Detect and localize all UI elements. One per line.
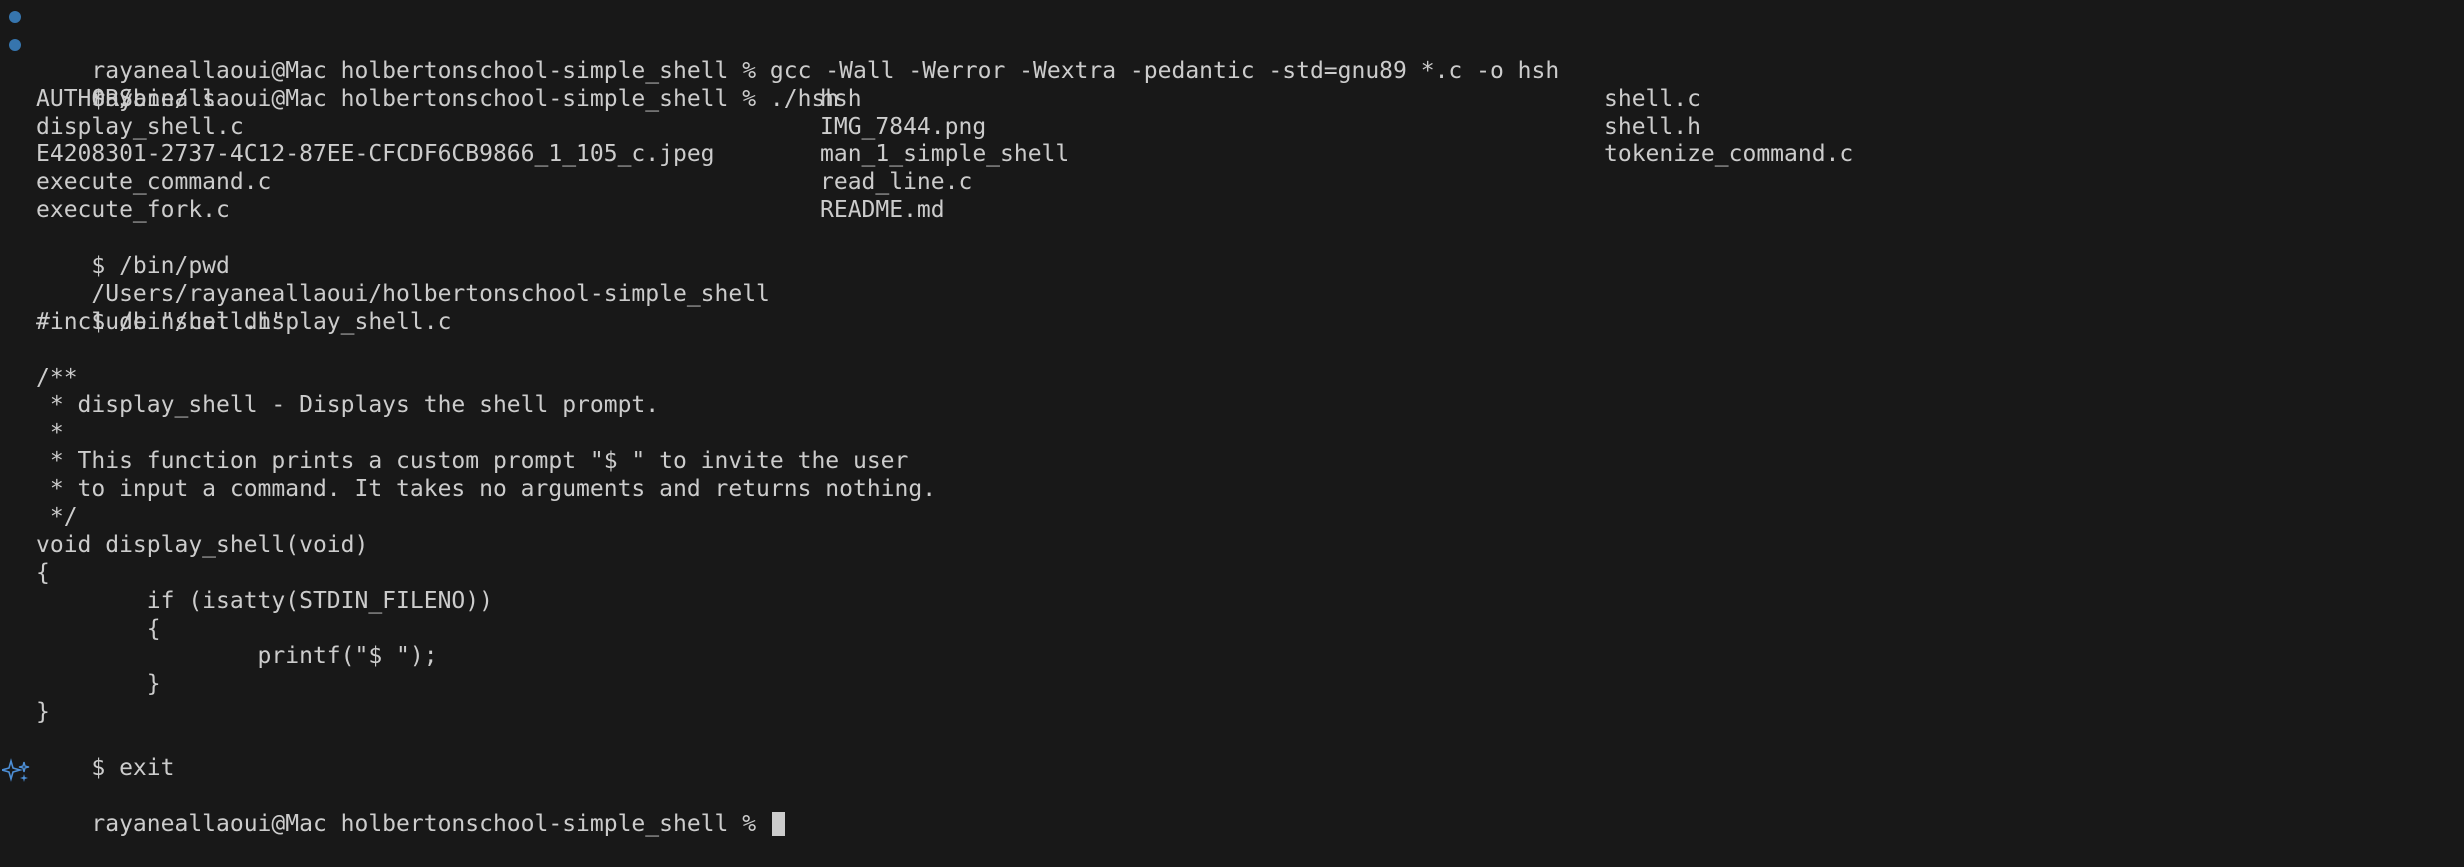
output-text: * to input a command. It takes no argume… [36,476,937,503]
file-content-line: #include "shell.h" [0,309,2464,337]
command-status-dot-icon[interactable] [9,38,21,51]
output-text: void display_shell(void) [36,531,369,558]
output-text: } [36,671,161,698]
output-text: /** [36,364,78,391]
file-content-line: */ [0,504,2464,532]
output-text: * [36,420,64,447]
file-content-line: { [0,560,2464,588]
command-status-dot-icon[interactable] [9,11,21,23]
file-content-line [0,337,2464,365]
output-text: * display_shell - Displays the shell pro… [36,392,660,419]
shell-command-exit: $ exit [0,727,2464,781]
file-content-line: * display_shell - Displays the shell pro… [0,392,2464,420]
shell-command-pwd: $ /bin/pwd [0,225,2464,279]
file-content-line: * This function prints a custom prompt "… [0,448,2464,476]
ls-file-name: display_shell.c [36,113,244,140]
output-text: * This function prints a custom prompt "… [36,448,909,475]
output-text: #include "shell.h" [36,308,286,335]
ls-file-name: IMG_7844.png [820,113,987,140]
ls-output-row: execute_command.c read_line.c [0,169,2464,197]
ls-output: AUTHORS hsh shell.c display_shell.c IMG_7844… [0,86,2464,225]
ls-file-name: E4208301-2737-4C12-87EE-CFCDF6CB9866_1_1… [36,141,715,168]
file-content-line: /** [0,365,2464,393]
file-content-line: { [0,616,2464,644]
pwd-output: /Users/rayaneallaoui/holbertonschool-sim… [0,253,2464,307]
ls-output-row: AUTHORS hsh shell.c [0,86,2464,114]
shell-command-ls: $ /bin/ls [0,58,2464,112]
cat-output: #include "shell.h" /** * display_shell - … [0,309,2464,727]
sparkle-icon[interactable] [2,758,32,783]
ls-output-row: E4208301-2737-4C12-87EE-CFCDF6CB9866_1_1… [0,141,2464,169]
file-content-line: * to input a command. It takes no argume… [0,476,2464,504]
ls-file-name: hsh [820,85,862,112]
ls-file-name: read_line.c [820,169,973,196]
file-content-line: } [0,699,2464,727]
ls-output-row: display_shell.c IMG_7844.png shell.h [0,114,2464,142]
terminal-output[interactable]: rayaneallaoui@Mac holbertonschool-simple… [0,2,2464,837]
output-text: if (isatty(STDIN_FILENO)) [36,587,493,614]
prompt-text: rayaneallaoui@Mac holbertonschool-simple… [91,810,770,837]
ls-file-name: execute_fork.c [36,197,230,224]
command-line-compile: rayaneallaoui@Mac holbertonschool-simple… [0,2,2464,84]
file-content-line: } [0,671,2464,699]
ls-file-name: AUTHORS [36,85,133,112]
final-prompt-line[interactable]: rayaneallaoui@Mac holbertonschool-simple… [0,755,2464,837]
ls-file-name: README.md [820,197,945,224]
file-content-line: void display_shell(void) [0,532,2464,560]
file-content-line: if (isatty(STDIN_FILENO)) [0,588,2464,616]
ls-file-name: shell.c [1604,85,1701,112]
file-content-line: printf("$ "); [0,643,2464,671]
text-cursor[interactable] [771,811,785,836]
output-text: { [36,559,50,586]
output-text: printf("$ "); [36,643,438,670]
ls-file-name: shell.h [1604,113,1701,140]
ls-output-row: execute_fork.c README.md [0,197,2464,225]
output-text: } [36,699,50,726]
file-content-line: * [0,420,2464,448]
output-text: { [36,615,161,642]
command-line-run: rayaneallaoui@Mac holbertonschool-simple… [0,30,2464,112]
ls-file-name: man_1_simple_shell [820,141,1070,168]
ls-file-name: tokenize_command.c [1604,141,1854,168]
output-text: */ [36,504,78,531]
ls-file-name: execute_command.c [36,169,272,196]
shell-command-cat: $ /bin/cat display_shell.c [0,281,2464,335]
